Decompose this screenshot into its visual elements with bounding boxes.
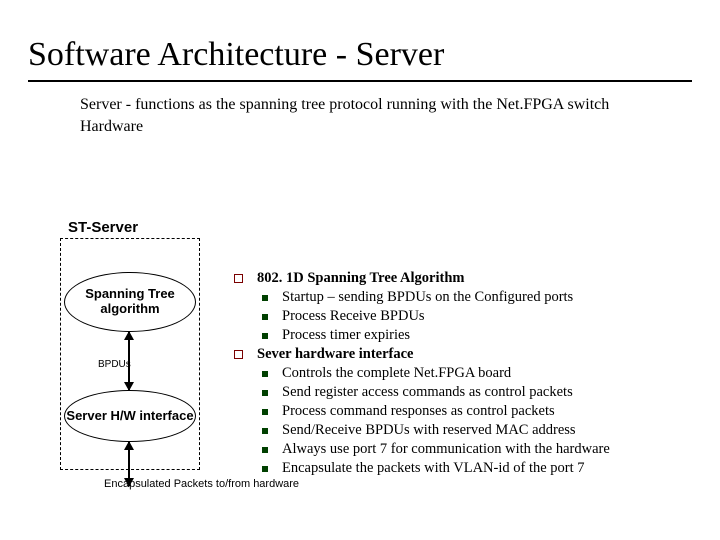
- filled-bullet-icon: [262, 447, 268, 453]
- item-text: Process command responses as control pac…: [282, 403, 555, 420]
- list-item: Always use port 7 for communication with…: [234, 441, 700, 458]
- list-item: Encapsulate the packets with VLAN-id of …: [234, 460, 700, 477]
- subtitle-rest: - functions as the spanning tree protoco…: [80, 96, 609, 135]
- filled-bullet-icon: [262, 314, 268, 320]
- list-item: Send/Receive BPDUs with reserved MAC add…: [234, 422, 700, 439]
- filled-bullet-icon: [262, 390, 268, 396]
- item-text: Send/Receive BPDUs with reserved MAC add…: [282, 422, 576, 439]
- filled-bullet-icon: [262, 371, 268, 377]
- square-bullet-icon: [234, 274, 243, 283]
- list-item: Startup – sending BPDUs on the Configure…: [234, 289, 700, 306]
- filled-bullet-icon: [262, 333, 268, 339]
- list-item: Send register access commands as control…: [234, 384, 700, 401]
- list-item: Process Receive BPDUs: [234, 308, 700, 325]
- item-text: Process Receive BPDUs: [282, 308, 425, 325]
- filled-bullet-icon: [262, 295, 268, 301]
- item-text: Process timer expiries: [282, 327, 410, 344]
- title-rule: [28, 80, 692, 82]
- section-heading: 802. 1D Spanning Tree Algorithm: [234, 270, 700, 287]
- item-text: Startup – sending BPDUs on the Configure…: [282, 289, 573, 306]
- st-server-label: ST-Server: [68, 219, 138, 236]
- filled-bullet-icon: [262, 428, 268, 434]
- filled-bullet-icon: [262, 466, 268, 472]
- item-text: Always use port 7 for communication with…: [282, 441, 610, 458]
- list-item: Process command responses as control pac…: [234, 403, 700, 420]
- list-item: Process timer expiries: [234, 327, 700, 344]
- item-text: Send register access commands as control…: [282, 384, 573, 401]
- subtitle-lead: Server: [80, 96, 122, 113]
- heading-text: Sever hardware interface: [257, 346, 414, 363]
- square-bullet-icon: [234, 350, 243, 359]
- item-text: Encapsulate the packets with VLAN-id of …: [282, 460, 585, 477]
- heading-text: 802. 1D Spanning Tree Algorithm: [257, 270, 464, 287]
- slide-title: Software Architecture - Server: [0, 0, 720, 80]
- item-text: Controls the complete Net.FPGA board: [282, 365, 511, 382]
- filled-bullet-icon: [262, 409, 268, 415]
- subtitle: Server - functions as the spanning tree …: [0, 94, 720, 137]
- bpdu-label: BPDUs: [98, 359, 131, 370]
- encapsulated-label: Encapsulated Packets to/from hardware: [104, 478, 299, 491]
- content-area: 802. 1D Spanning Tree Algorithm Startup …: [234, 270, 700, 479]
- section-heading: Sever hardware interface: [234, 346, 700, 363]
- server-hw-oval: Server H/W interface: [64, 390, 196, 442]
- spanning-tree-oval: Spanning Tree algorithm: [64, 272, 196, 332]
- list-item: Controls the complete Net.FPGA board: [234, 365, 700, 382]
